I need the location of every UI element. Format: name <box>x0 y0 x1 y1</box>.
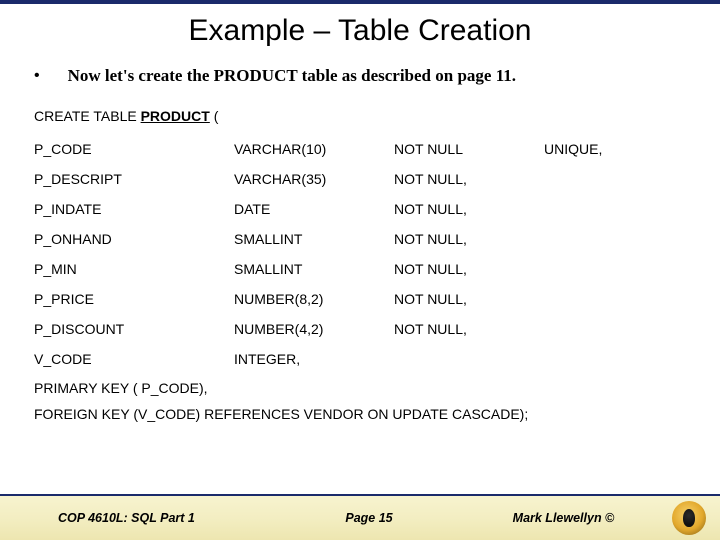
col-extra <box>544 194 692 224</box>
col-name: V_CODE <box>34 344 234 374</box>
foreign-key-line: FOREIGN KEY (V_CODE) REFERENCES VENDOR O… <box>34 406 692 422</box>
footer-right-wrap: Mark Llewellyn © <box>473 501 720 535</box>
columns-table: P_CODEVARCHAR(10)NOT NULLUNIQUE,P_DESCRI… <box>34 134 692 374</box>
create-prefix: CREATE TABLE <box>34 108 141 124</box>
col-extra <box>544 344 692 374</box>
create-keyword: PRODUCT <box>141 108 210 124</box>
table-row: P_CODEVARCHAR(10)NOT NULLUNIQUE, <box>34 134 692 164</box>
code-area: CREATE TABLE PRODUCT ( P_CODEVARCHAR(10)… <box>0 108 720 422</box>
col-name: P_ONHAND <box>34 224 234 254</box>
footer-right: Mark Llewellyn © <box>513 511 615 525</box>
table-row: P_DESCRIPTVARCHAR(35)NOT NULL, <box>34 164 692 194</box>
col-null: NOT NULL, <box>394 164 544 194</box>
col-extra: UNIQUE, <box>544 134 692 164</box>
col-type: VARCHAR(35) <box>234 164 394 194</box>
col-type: INTEGER, <box>234 344 394 374</box>
col-extra <box>544 284 692 314</box>
col-extra <box>544 164 692 194</box>
top-rule <box>0 0 720 4</box>
col-name: P_MIN <box>34 254 234 284</box>
col-null: NOT NULL, <box>394 284 544 314</box>
footer-bar: COP 4610L: SQL Part 1 Page 15 Mark Llewe… <box>0 494 720 540</box>
col-name: P_PRICE <box>34 284 234 314</box>
create-suffix: ( <box>210 108 219 124</box>
col-type: NUMBER(4,2) <box>234 314 394 344</box>
col-type: VARCHAR(10) <box>234 134 394 164</box>
col-name: P_INDATE <box>34 194 234 224</box>
col-null: NOT NULL, <box>394 254 544 284</box>
col-null: NOT NULL <box>394 134 544 164</box>
create-table-line: CREATE TABLE PRODUCT ( <box>34 108 692 124</box>
col-null: NOT NULL, <box>394 314 544 344</box>
col-extra <box>544 254 692 284</box>
ucf-logo-icon <box>672 501 706 535</box>
col-type: SMALLINT <box>234 254 394 284</box>
table-row: P_DISCOUNTNUMBER(4,2)NOT NULL, <box>34 314 692 344</box>
col-extra <box>544 224 692 254</box>
footer-center: Page 15 <box>265 511 472 525</box>
col-type: DATE <box>234 194 394 224</box>
col-extra <box>544 314 692 344</box>
intro-row: • Now let's create the PRODUCT table as … <box>0 66 720 86</box>
table-row: P_INDATEDATENOT NULL, <box>34 194 692 224</box>
intro-text: Now let's create the PRODUCT table as de… <box>68 66 516 86</box>
col-name: P_CODE <box>34 134 234 164</box>
bullet-icon: • <box>34 66 40 85</box>
table-row: P_MINSMALLINTNOT NULL, <box>34 254 692 284</box>
col-name: P_DISCOUNT <box>34 314 234 344</box>
table-row: P_ONHANDSMALLINTNOT NULL, <box>34 224 692 254</box>
table-row: P_PRICENUMBER(8,2)NOT NULL, <box>34 284 692 314</box>
primary-key-line: PRIMARY KEY ( P_CODE), <box>34 380 692 396</box>
col-type: SMALLINT <box>234 224 394 254</box>
footer-left: COP 4610L: SQL Part 1 <box>0 511 265 525</box>
col-null: NOT NULL, <box>394 194 544 224</box>
col-name: P_DESCRIPT <box>34 164 234 194</box>
col-type: NUMBER(8,2) <box>234 284 394 314</box>
slide-title: Example – Table Creation <box>0 14 720 48</box>
table-row: V_CODEINTEGER, <box>34 344 692 374</box>
col-null <box>394 344 544 374</box>
col-null: NOT NULL, <box>394 224 544 254</box>
